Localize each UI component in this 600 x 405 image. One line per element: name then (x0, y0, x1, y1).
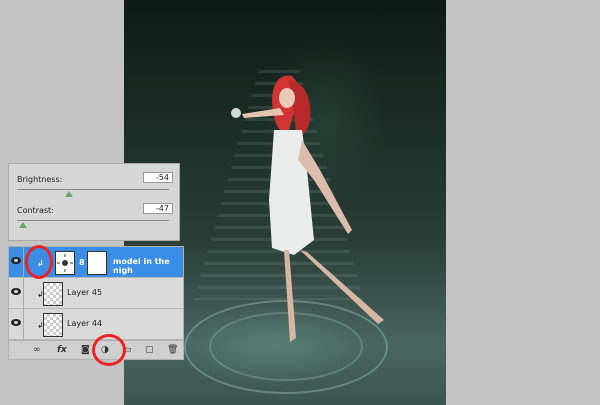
layer-row-45[interactable]: ↲ Layer 45 (9, 278, 183, 309)
divider (23, 309, 24, 339)
layer-name[interactable]: Layer 45 (67, 288, 102, 297)
chain-icon[interactable]: 8 (79, 258, 85, 267)
contrast-slider-track[interactable] (17, 220, 169, 221)
brightness-slider-thumb[interactable] (65, 191, 73, 197)
eye-icon[interactable] (11, 319, 21, 326)
highlight-circle-adjustment (92, 334, 126, 366)
eye-icon[interactable] (11, 257, 21, 264)
contrast-field[interactable]: -47 (143, 203, 173, 214)
brightness-field[interactable]: -54 (143, 172, 173, 183)
layer-thumbnail[interactable] (43, 313, 63, 337)
fx-button[interactable]: fx (57, 345, 67, 355)
brightness-contrast-panel: Brightness: -54 Contrast: -47 (8, 163, 180, 241)
contrast-label: Contrast: (17, 206, 54, 215)
brightness-slider-track[interactable] (17, 189, 169, 190)
trash-icon[interactable]: 🗑 (167, 345, 178, 355)
new-layer-icon[interactable]: ▢ (145, 345, 154, 355)
brightness-label: Brightness: (17, 175, 63, 184)
eye-icon[interactable] (11, 288, 21, 295)
layer-name[interactable]: model in the nigh (113, 257, 183, 275)
divider (23, 247, 24, 277)
mask-icon[interactable]: ◙ (81, 345, 90, 355)
divider (23, 278, 24, 308)
layer-thumbnail[interactable] (43, 282, 63, 306)
orb (231, 108, 241, 118)
contrast-slider-thumb[interactable] (19, 222, 27, 228)
highlight-circle-clip (25, 245, 53, 279)
link-icon[interactable]: ∞ (33, 345, 41, 355)
layer-name[interactable]: Layer 44 (67, 319, 102, 328)
adjustment-thumbnail[interactable] (55, 251, 75, 275)
mask-thumbnail[interactable] (87, 251, 107, 275)
layer-row-44[interactable]: ↲ Layer 44 (9, 309, 183, 340)
